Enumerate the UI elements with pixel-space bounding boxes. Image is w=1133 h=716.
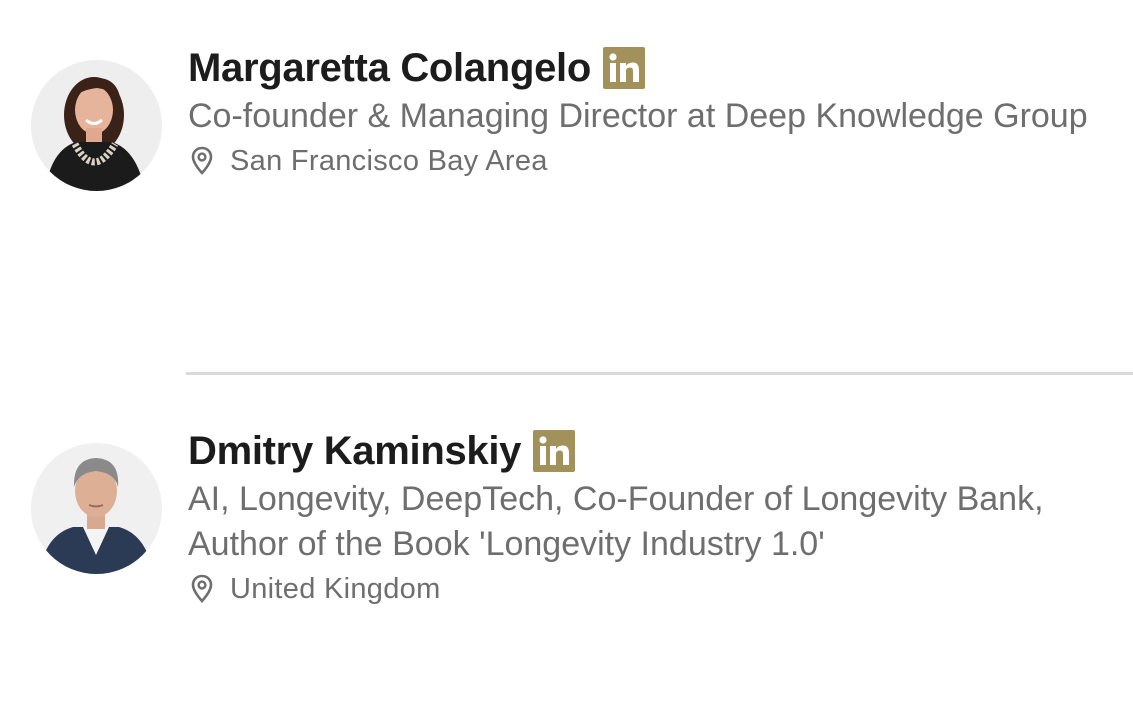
avatar-photo [31,443,162,574]
person-headline: AI, Longevity, DeepTech, Co-Founder of L… [188,480,1044,563]
person-name[interactable]: Margaretta Colangelo [188,46,591,91]
person-name[interactable]: Dmitry Kaminskiy [188,429,521,474]
name-row: Margaretta Colangelo [188,42,1113,94]
location-row: San Francisco Bay Area [188,141,1113,181]
location-row: United Kingdom [188,569,1113,609]
linkedin-icon[interactable] [533,430,576,472]
avatar[interactable] [31,443,162,574]
person-location: San Francisco Bay Area [230,144,548,177]
location-pin-icon [190,574,214,604]
name-row: Dmitry Kaminskiy [188,425,1113,477]
divider [186,372,1133,375]
location-pin-icon [190,146,214,176]
avatar[interactable] [31,60,162,191]
avatar-photo [31,60,162,191]
linkedin-icon[interactable] [602,47,645,89]
person-info: Dmitry Kaminskiy AI, Longevity, DeepTech… [188,425,1113,609]
person-headline: Co-founder & Managing Director at Deep K… [188,97,1088,135]
person-info: Margaretta Colangelo Co-founder & Managi… [188,42,1113,181]
person-location: United Kingdom [230,572,441,605]
